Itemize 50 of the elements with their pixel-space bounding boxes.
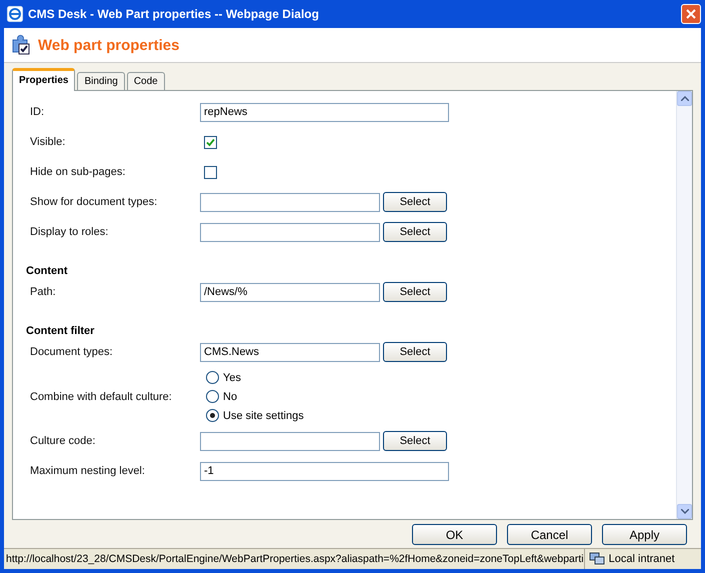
scrollbar[interactable]: [676, 91, 692, 519]
checkbox[interactable]: [204, 136, 217, 148]
zone-label: Local intranet: [608, 553, 675, 565]
field-label: Maximum nesting level:: [30, 465, 145, 477]
close-button[interactable]: [681, 4, 701, 24]
radio-label: No: [223, 390, 238, 402]
text-field[interactable]: -1: [200, 462, 449, 480]
text-field[interactable]: [200, 432, 380, 450]
tab[interactable]: Binding: [77, 72, 125, 90]
field-label: Show for document types:: [30, 196, 158, 208]
tab[interactable]: Properties: [12, 68, 76, 91]
page-title: Web part properties: [38, 36, 180, 54]
dialog-button[interactable]: Apply: [602, 524, 687, 545]
tab[interactable]: Code: [126, 72, 165, 90]
select-button[interactable]: Select: [383, 222, 447, 242]
field-label: ID:: [30, 106, 44, 118]
scroll-down-icon[interactable]: [680, 509, 688, 514]
checkbox[interactable]: [204, 166, 217, 178]
field-label: Display to roles:: [30, 226, 108, 238]
field-label: Combine with default culture:: [30, 390, 172, 402]
puzzle-check-icon: [10, 34, 32, 56]
section-heading: Content: [26, 265, 68, 277]
browser-icon: [7, 6, 23, 22]
section-heading: Content filter: [26, 325, 94, 337]
radio-button[interactable]: [206, 371, 219, 384]
text-field[interactable]: [200, 222, 380, 242]
dialog-button[interactable]: Cancel: [507, 524, 592, 545]
field-label: Document types:: [30, 346, 113, 358]
dialog-button[interactable]: OK: [412, 524, 497, 545]
window-title: CMS Desk - Web Part properties -- Webpage Dialog: [28, 7, 320, 21]
text-field[interactable]: [200, 192, 380, 212]
scroll-up-icon[interactable]: [680, 96, 688, 101]
radio-button[interactable]: [206, 390, 219, 403]
text-field[interactable]: CMS.News: [200, 342, 380, 362]
select-button[interactable]: Select: [383, 282, 447, 302]
radio-label: Yes: [223, 372, 241, 384]
select-button[interactable]: Select: [383, 342, 447, 362]
field-label: Visible:: [30, 136, 66, 148]
field-label: Culture code:: [30, 435, 96, 447]
select-button[interactable]: Select: [383, 431, 447, 451]
status-url: http://localhost/23_28/CMSDesk/PortalEngine/WebPartProperties.aspx?aliaspath=%2fHome&zoneid=zoneTopLeft&webparti: [5, 553, 584, 565]
text-field[interactable]: repNews: [200, 102, 449, 122]
field-label: Hide on sub-pages:: [30, 166, 126, 178]
field-label: Path:: [30, 286, 56, 298]
radio-button[interactable]: [206, 409, 219, 422]
radio-label: Use site settings: [223, 410, 304, 422]
network-icon: [588, 552, 605, 566]
close-icon: [686, 9, 696, 19]
select-button[interactable]: Select: [383, 192, 447, 212]
text-field[interactable]: /News/%: [200, 282, 380, 302]
